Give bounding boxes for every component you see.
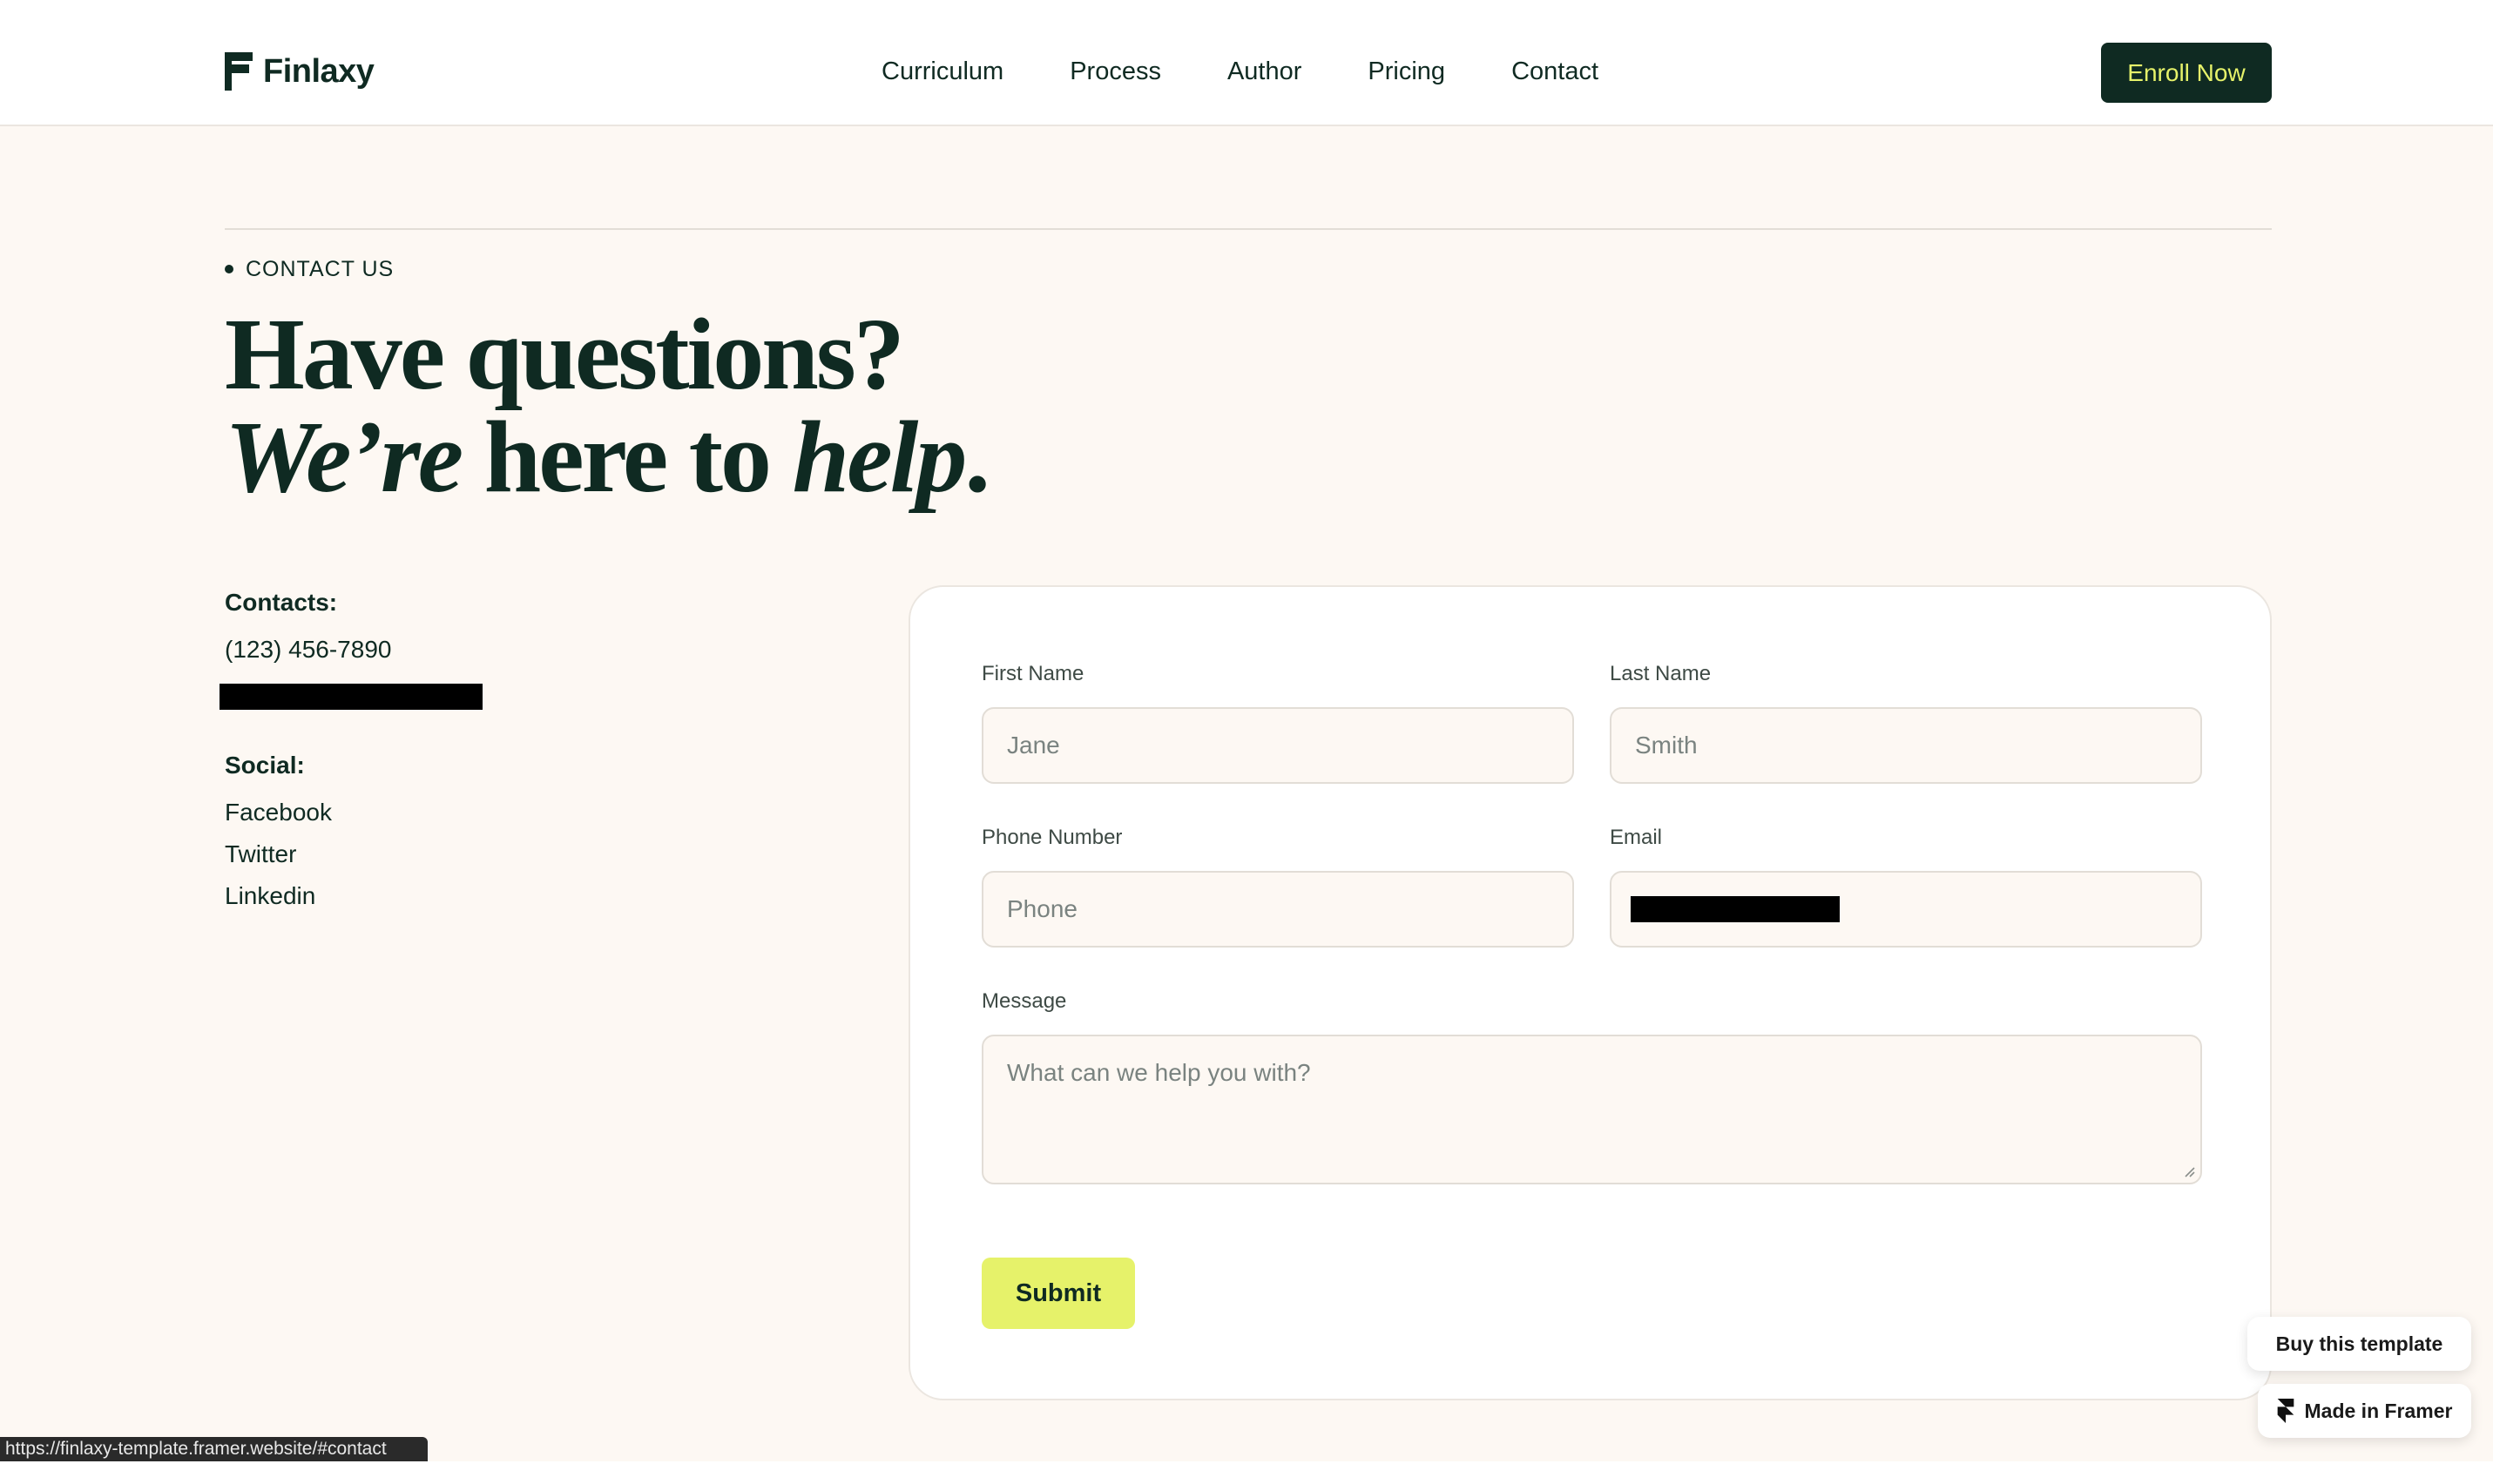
last-name-placeholder: Smith — [1635, 732, 1698, 759]
buy-template-badge[interactable]: Buy this template — [2247, 1317, 2471, 1371]
social-block: Social: — [225, 752, 305, 779]
message-label: Message — [982, 989, 1067, 1013]
site-header: Finlaxy Curriculum Process Author Pricin… — [0, 0, 2493, 126]
email-value-redacted — [1631, 896, 1840, 922]
nav-item-contact[interactable]: Contact — [1511, 57, 1598, 86]
contact-email-redacted — [220, 684, 483, 710]
nav-item-pricing[interactable]: Pricing — [1368, 57, 1445, 86]
title-period: . — [964, 400, 990, 514]
contacts-block: Contacts: — [225, 589, 337, 617]
contact-form-card: First Name Jane Last Name Smith Phone Nu… — [909, 585, 2272, 1400]
resize-grip-icon[interactable] — [2183, 1165, 2195, 1177]
status-bar-url: https://finlaxy-template.framer.website/… — [0, 1437, 428, 1461]
title-line-1: Have questions? — [225, 297, 905, 411]
last-name-label: Last Name — [1610, 662, 1712, 685]
first-name-field[interactable]: Jane — [982, 707, 1574, 784]
contacts-title: Contacts: — [225, 589, 338, 616]
framer-logo-icon — [2277, 1399, 2294, 1423]
phone-placeholder: Phone — [1007, 895, 1078, 922]
bullet-dot-icon — [225, 265, 233, 273]
message-textarea[interactable]: What can we help you with? — [982, 1035, 2202, 1184]
eyebrow-label: CONTACT US — [246, 256, 395, 281]
social-link-twitter[interactable]: Twitter — [225, 840, 296, 868]
logo[interactable]: Finlaxy — [225, 51, 375, 92]
contact-phone[interactable]: (123) 456-7890 — [225, 636, 391, 664]
first-name-placeholder: Jane — [1007, 732, 1060, 759]
phone-field[interactable]: Phone — [982, 871, 1574, 948]
phone-number-label: Phone Number — [982, 826, 1123, 849]
title-plain-here-to: here to — [461, 400, 793, 514]
enroll-now-button[interactable]: Enroll Now — [2101, 43, 2272, 103]
section-divider — [225, 228, 2272, 230]
main-nav: Curriculum Process Author Pricing Contac… — [882, 54, 1598, 89]
first-name-label: First Name — [982, 662, 1084, 685]
nav-item-process[interactable]: Process — [1070, 57, 1161, 86]
brand-name: Finlaxy — [263, 52, 375, 90]
social-link-facebook[interactable]: Facebook — [225, 799, 332, 826]
made-in-framer-badge[interactable]: Made in Framer — [2258, 1384, 2471, 1438]
social-title: Social: — [225, 752, 305, 779]
buy-template-label: Buy this template — [2275, 1332, 2443, 1355]
title-italic-were: We’re — [225, 400, 463, 514]
email-field[interactable] — [1610, 871, 2202, 948]
section-eyebrow: CONTACT US — [225, 256, 394, 282]
social-link-linkedin[interactable]: Linkedin — [225, 882, 315, 910]
bottom-strip — [0, 1461, 2493, 1484]
page-title: Have questions? We’re here to help. — [225, 303, 1270, 509]
nav-item-author[interactable]: Author — [1227, 57, 1301, 86]
title-line-2: We’re here to help. — [225, 406, 1270, 509]
nav-item-curriculum[interactable]: Curriculum — [882, 57, 1003, 86]
email-label: Email — [1610, 826, 1663, 849]
finlaxy-flag-logo-icon — [225, 52, 253, 91]
last-name-field[interactable]: Smith — [1610, 707, 2202, 784]
message-placeholder: What can we help you with? — [1007, 1059, 1311, 1086]
submit-button[interactable]: Submit — [982, 1258, 1135, 1329]
title-italic-help: help — [792, 400, 968, 514]
made-in-framer-label: Made in Framer — [2304, 1399, 2453, 1422]
